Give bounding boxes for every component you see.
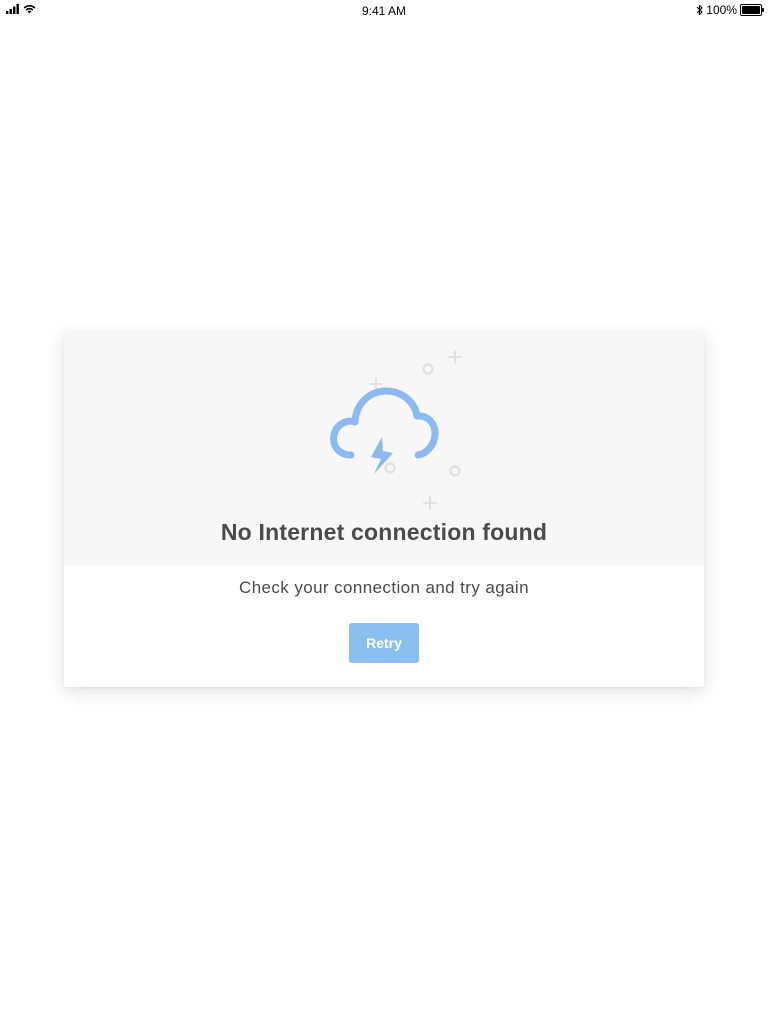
bluetooth-icon (696, 4, 703, 16)
dialog-message: Check your connection and try again (239, 578, 529, 597)
retry-button[interactable]: Retry (349, 623, 419, 663)
dialog-header: No Internet connection found (64, 333, 704, 566)
status-right: 100% (696, 3, 764, 17)
battery-percent: 100% (706, 3, 737, 17)
lightning-bolt (371, 437, 393, 474)
sparkle-top-right (448, 350, 462, 364)
status-bar: 9:41 AM 100% (0, 0, 768, 22)
battery-icon (740, 4, 764, 16)
ring-bottom-right (449, 465, 461, 477)
dialog-title: No Internet connection found (220, 519, 548, 545)
no-connection-dialog: No Internet connection found Check your … (64, 333, 704, 687)
battery-fill (742, 6, 760, 14)
cloud-lightning-icon (330, 350, 462, 510)
status-time: 9:41 AM (361, 4, 407, 18)
cloud-outline (330, 387, 439, 459)
decoration-group (369, 363, 437, 510)
